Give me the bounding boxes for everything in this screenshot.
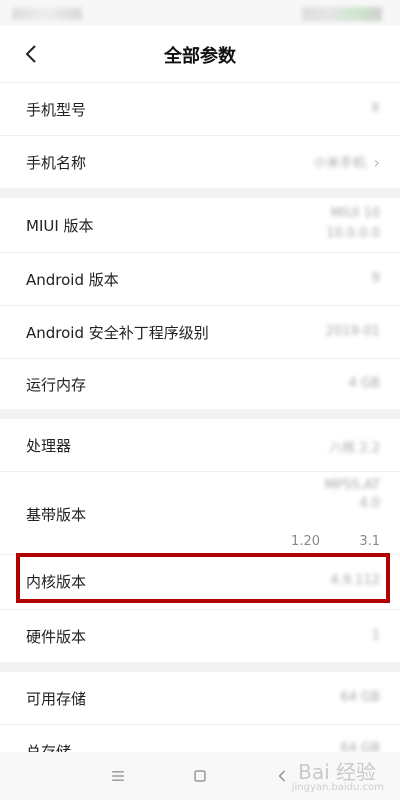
row-label: 内核版本 <box>26 573 87 591</box>
row-label: 手机型号 <box>26 101 87 119</box>
row-value: X <box>371 101 380 116</box>
watermark-logo: Bai 经验 <box>298 760 376 784</box>
row-label: 基带版本 <box>26 506 87 524</box>
status-icons <box>302 7 382 21</box>
row-value: 八核 2.2 <box>329 441 380 456</box>
page-title: 全部参数 <box>164 46 236 67</box>
row-value-line2: 4.0 <box>359 496 380 511</box>
home-button[interactable] <box>188 764 212 788</box>
row-miui-version[interactable]: MIUI 版本 MIUI 10 10.0.0.0 <box>0 198 400 252</box>
status-time <box>12 8 82 20</box>
section-divider <box>0 188 400 198</box>
status-bar <box>0 0 400 26</box>
row-value: 64 GB <box>340 690 380 705</box>
header: 全部参数 <box>0 26 400 82</box>
row-total-storage[interactable]: 总存储 64 GB <box>0 725 400 752</box>
row-label: Android 安全补丁程序级别 <box>26 324 209 342</box>
row-baseband[interactable]: 基带版本 MPSS.AT 4.0 1.20 3.1 <box>0 472 400 554</box>
row-value-line2: 10.0.0.0 <box>326 226 380 241</box>
row-value: 4 GB <box>348 376 380 391</box>
chevron-right-icon: › <box>373 153 380 172</box>
row-label: Android 版本 <box>26 271 119 289</box>
section-divider <box>0 409 400 419</box>
row-value: 4.9.112 <box>330 573 380 588</box>
row-value-line1: MPSS.AT <box>324 478 380 493</box>
row-security-patch[interactable]: Android 安全补丁程序级别 2019-01 <box>0 306 400 358</box>
row-ram[interactable]: 运行内存 4 GB <box>0 359 400 409</box>
row-value: 1 <box>371 628 380 643</box>
row-label: MIUI 版本 <box>26 217 94 235</box>
section-divider <box>0 662 400 672</box>
menu-icon <box>112 771 124 781</box>
nav-back-button[interactable] <box>270 764 294 788</box>
row-hardware-version[interactable]: 硬件版本 1 <box>0 610 400 662</box>
row-kernel-version[interactable]: 内核版本 4.9.112 <box>0 555 400 609</box>
row-available-storage[interactable]: 可用存储 64 GB <box>0 672 400 724</box>
row-label: 处理器 <box>26 437 72 455</box>
row-value-line3: 1.20 <box>291 534 320 549</box>
row-value-line1: MIUI 10 <box>330 206 380 221</box>
row-phone-name[interactable]: 手机名称 小米手机 › <box>0 136 400 188</box>
row-label: 运行内存 <box>26 376 87 394</box>
home-icon <box>194 770 206 782</box>
row-label: 总存储 <box>26 743 72 752</box>
row-value: 小米手机 <box>313 156 366 171</box>
menu-button[interactable] <box>106 764 130 788</box>
row-android-version[interactable]: Android 版本 9 <box>0 253 400 305</box>
row-value: 2019-01 <box>325 324 380 339</box>
row-label: 可用存储 <box>26 690 87 708</box>
row-processor[interactable]: 处理器 八核 2.2 <box>0 419 400 471</box>
back-icon <box>278 770 285 782</box>
watermark-url: jingyan.baidu.com <box>291 782 384 793</box>
row-value-line4: 3.1 <box>359 534 380 549</box>
row-label: 硬件版本 <box>26 628 87 646</box>
row-value: 9 <box>371 271 380 286</box>
row-value: 64 GB <box>340 741 380 752</box>
row-label: 手机名称 <box>26 154 87 172</box>
row-phone-model[interactable]: 手机型号 X <box>0 83 400 135</box>
row-value-wrap: 小米手机 › <box>314 152 380 172</box>
